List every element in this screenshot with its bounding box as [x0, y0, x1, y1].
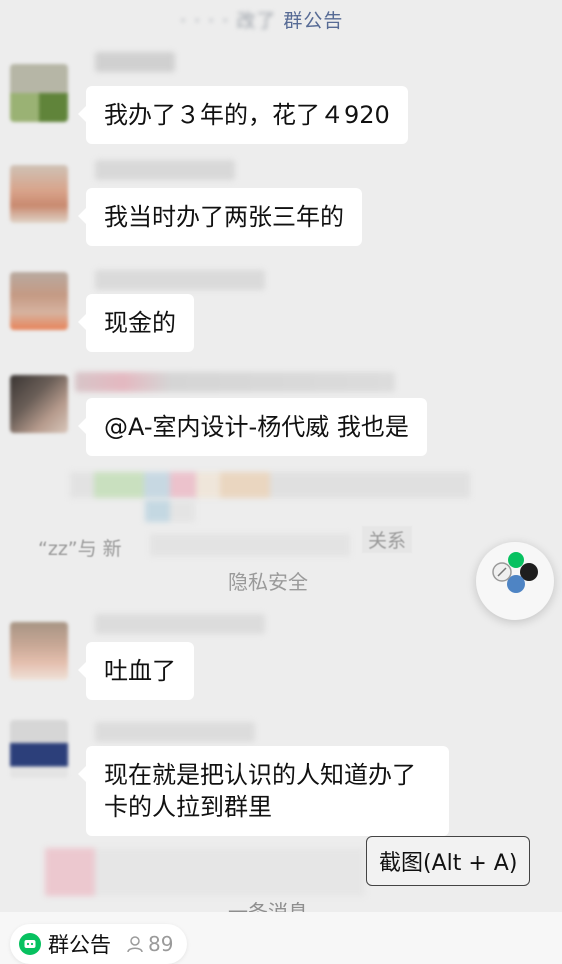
- sender-name-blurred: [95, 614, 265, 634]
- system-message-partial: “zz”与 新: [38, 534, 122, 561]
- member-count: 89: [125, 932, 173, 956]
- sender-name-blurred: [75, 372, 395, 392]
- avatar[interactable]: [10, 272, 68, 330]
- blurred-name: [150, 534, 350, 556]
- sender-name-blurred: [95, 52, 175, 72]
- message-bubble[interactable]: 吐血了: [78, 642, 194, 700]
- message-text: 我当时办了两张三年的: [104, 203, 344, 231]
- group-notice-link[interactable]: 群公告: [283, 10, 343, 32]
- new-message-indicator-partial: 一条消息: [228, 896, 308, 912]
- avatar[interactable]: [10, 64, 68, 122]
- blurred-content-strip: [45, 848, 365, 896]
- wechat-notice-icon: [19, 933, 41, 955]
- message-text: 现在就是把认识的人知道办了卡的人拉到群里: [104, 761, 416, 821]
- sender-name-blurred: [95, 160, 235, 180]
- group-notice-update: · · · · 改了 群公告: [180, 6, 343, 33]
- member-count-value: 89: [148, 932, 174, 956]
- message-text: 现金的: [104, 309, 176, 337]
- screenshot-tip-text: 截图(Alt + A): [379, 851, 518, 876]
- message-bubble[interactable]: 我办了３年的，花了４920: [78, 86, 408, 144]
- floating-action-button[interactable]: [476, 542, 554, 620]
- avatar[interactable]: [10, 165, 68, 223]
- privacy-text: 隐私安全: [228, 570, 308, 594]
- person-icon: [127, 936, 143, 953]
- system-partial-left: “zz”与 新: [38, 538, 122, 560]
- group-notice-label: 群公告: [48, 933, 111, 957]
- privacy-security-link[interactable]: 隐私安全: [228, 566, 308, 595]
- avatar[interactable]: [10, 720, 68, 778]
- avatar[interactable]: [10, 622, 68, 680]
- sender-name-blurred: [95, 270, 265, 290]
- palette-icon: [492, 552, 538, 593]
- system-partial-right: 关系: [368, 530, 407, 552]
- message-bubble[interactable]: 现金的: [78, 294, 194, 352]
- message-bubble[interactable]: 我当时办了两张三年的: [78, 188, 362, 246]
- bottom-partial-text: 一条消息: [228, 900, 308, 912]
- group-notice-chip[interactable]: 群公告 89: [10, 924, 188, 964]
- message-text: 吐血了: [104, 657, 176, 685]
- screenshot-shortcut-tooltip: 截图(Alt + A): [366, 836, 531, 886]
- message-text: 我办了３年的，花了４920: [104, 101, 390, 129]
- blurred-content-strip: [145, 500, 195, 522]
- sender-name-blurred: [95, 722, 255, 742]
- system-message-partial-right: 关系: [362, 526, 413, 553]
- message-bubble[interactable]: 现在就是把认识的人知道办了卡的人拉到群里: [78, 746, 449, 836]
- blurred-content-strip: [70, 472, 470, 498]
- message-text: @A-室内设计-杨代威 我也是: [104, 413, 409, 441]
- message-bubble[interactable]: @A-室内设计-杨代威 我也是: [78, 398, 427, 456]
- notice-prefix: · · · · 改了: [180, 10, 277, 32]
- avatar[interactable]: [10, 375, 68, 433]
